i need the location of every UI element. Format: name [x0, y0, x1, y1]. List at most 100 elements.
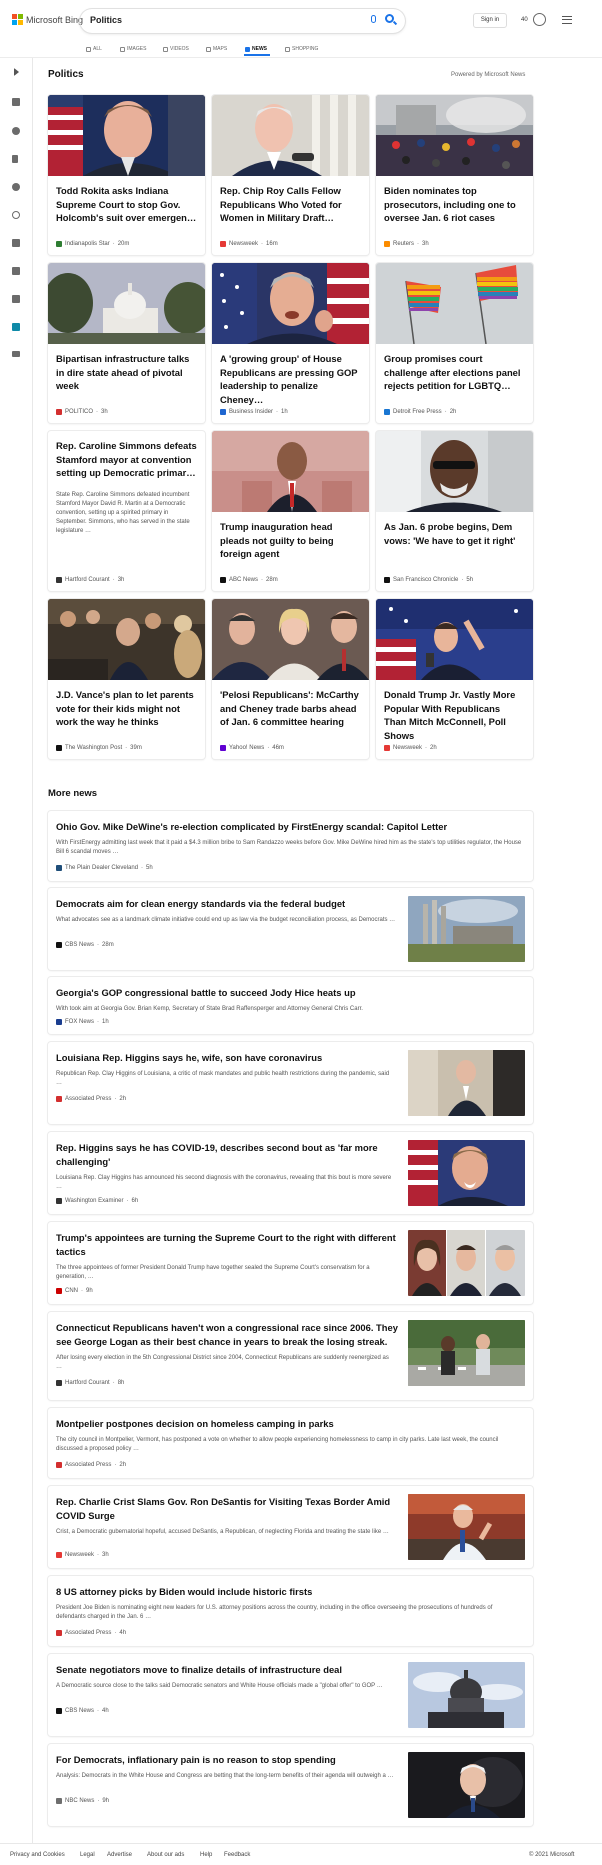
news-card[interactable]: Donald Trump Jr. Vastly More Popular Wit…: [376, 599, 533, 759]
search-box[interactable]: Politics: [80, 9, 405, 33]
news-title[interactable]: Montpelier postpones decision on homeles…: [56, 1417, 522, 1431]
news-list-item[interactable]: Louisiana Rep. Higgins says he, wife, so…: [48, 1042, 533, 1124]
news-title[interactable]: Trump's appointees are turning the Supre…: [56, 1231, 396, 1258]
card-title[interactable]: Rep. Chip Roy Calls Fellow Republicans W…: [220, 184, 361, 225]
news-title[interactable]: Georgia's GOP congressional battle to su…: [56, 986, 522, 1000]
news-title[interactable]: Rep. Higgins says he has COVID-19, descr…: [56, 1141, 396, 1168]
politics-icon[interactable]: [12, 323, 20, 331]
flask-icon[interactable]: [12, 239, 20, 247]
news-meta: Newsweek · 3h: [56, 1552, 109, 1558]
news-card[interactable]: Rep. Chip Roy Calls Fellow Republicans W…: [212, 95, 369, 255]
news-card[interactable]: Group promises court challenge after ele…: [376, 263, 533, 423]
globe-icon[interactable]: [12, 211, 20, 219]
card-title[interactable]: As Jan. 6 probe begins, Dem vows: 'We ha…: [384, 520, 525, 547]
news-title[interactable]: 8 US attorney picks by Biden would inclu…: [56, 1585, 522, 1599]
rewards-count[interactable]: 40: [521, 17, 528, 23]
tab-all[interactable]: ALL: [86, 42, 102, 56]
news-card[interactable]: As Jan. 6 probe begins, Dem vows: 'We ha…: [376, 431, 533, 591]
home-icon[interactable]: [12, 98, 20, 106]
card-title[interactable]: Bipartisan infrastructure talks in dire …: [56, 352, 197, 393]
film-icon[interactable]: [12, 295, 20, 303]
card-title[interactable]: Rep. Caroline Simmons defeats Stamford m…: [56, 439, 197, 480]
footer-link-help[interactable]: Help: [200, 1852, 212, 1858]
image-icon: [120, 46, 125, 52]
card-title[interactable]: 'Pelosi Republicans': McCarthy and Chene…: [220, 688, 361, 729]
news-age: 28m: [102, 942, 114, 948]
card-title[interactable]: A 'growing group' of House Republicans a…: [220, 352, 361, 406]
money-icon[interactable]: [12, 351, 20, 357]
news-card[interactable]: J.D. Vance's plan to let parents vote fo…: [48, 599, 205, 759]
news-card[interactable]: Todd Rokita asks Indiana Supreme Court t…: [48, 95, 205, 255]
news-title[interactable]: Senate negotiators move to finalize deta…: [56, 1663, 396, 1677]
card-meta: Hartford Courant · 3h: [56, 577, 124, 583]
news-snippet: Republican Rep. Clay Higgins of Louisian…: [56, 1071, 390, 1086]
flag-icon[interactable]: [12, 155, 18, 163]
news-card[interactable]: Biden nominates top prosecutors, includi…: [376, 95, 533, 255]
news-list-item[interactable]: Ohio Gov. Mike DeWine's re-election comp…: [48, 811, 533, 881]
search-icon[interactable]: [385, 14, 394, 23]
card-age: 3h: [117, 577, 125, 583]
source-logo-icon: [56, 1380, 62, 1386]
sign-in-button[interactable]: Sign in: [473, 13, 507, 28]
footer-link-feedback[interactable]: Feedback: [224, 1852, 250, 1858]
news-title[interactable]: Rep. Charlie Crist Slams Gov. Ron DeSant…: [56, 1495, 396, 1522]
news-meta: Washington Examiner · 6h: [56, 1198, 138, 1204]
card-title[interactable]: Group promises court challenge after ele…: [384, 352, 525, 393]
news-card[interactable]: 'Pelosi Republicans': McCarthy and Chene…: [212, 599, 369, 759]
search-input[interactable]: Politics: [90, 15, 122, 25]
news-title[interactable]: Ohio Gov. Mike DeWine's re-election comp…: [56, 820, 522, 834]
footer-link-legal[interactable]: Legal: [80, 1852, 95, 1858]
card-title[interactable]: Todd Rokita asks Indiana Supreme Court t…: [56, 184, 197, 225]
tab-images[interactable]: IMAGES: [120, 42, 146, 56]
card-meta: San Francisco Chronicle · 5h: [384, 577, 473, 583]
rocket-icon[interactable]: [12, 267, 20, 275]
news-thumbnail: [408, 896, 525, 962]
news-list-item[interactable]: Senate negotiators move to finalize deta…: [48, 1654, 533, 1736]
news-list-item[interactable]: For Democrats, inflationary pain is no r…: [48, 1744, 533, 1826]
bing-logo[interactable]: Microsoft Bing: [12, 14, 83, 25]
footer-link-privacy[interactable]: Privacy and Cookies: [10, 1852, 65, 1858]
tab-maps[interactable]: MAPS: [206, 42, 227, 56]
expand-icon[interactable]: [14, 68, 19, 76]
news-title[interactable]: For Democrats, inflationary pain is no r…: [56, 1753, 396, 1767]
news-title[interactable]: Louisiana Rep. Higgins says he, wife, so…: [56, 1051, 396, 1065]
news-title[interactable]: Democrats aim for clean energy standards…: [56, 897, 396, 911]
card-title[interactable]: J.D. Vance's plan to let parents vote fo…: [56, 688, 197, 729]
footer-link-advertise[interactable]: Advertise: [107, 1852, 132, 1858]
news-list-item[interactable]: Trump's appointees are turning the Supre…: [48, 1222, 533, 1304]
news-thumbnail: [408, 1662, 525, 1728]
card-age: 46m: [272, 745, 284, 751]
news-list-item[interactable]: Montpelier postpones decision on homeles…: [48, 1408, 533, 1478]
footer-link-about-ads[interactable]: About our ads: [147, 1852, 184, 1858]
menu-icon[interactable]: [562, 16, 572, 24]
news-thumbnail: [408, 1050, 525, 1116]
card-title[interactable]: Biden nominates top prosecutors, includi…: [384, 184, 525, 225]
news-list-item[interactable]: Rep. Charlie Crist Slams Gov. Ron DeSant…: [48, 1486, 533, 1568]
news-thumbnail: [408, 1752, 525, 1818]
news-card[interactable]: Rep. Caroline Simmons defeats Stamford m…: [48, 431, 205, 591]
card-title[interactable]: Donald Trump Jr. Vastly More Popular Wit…: [384, 688, 525, 742]
news-list-item[interactable]: Connecticut Republicans haven't won a co…: [48, 1312, 533, 1400]
news-list-item[interactable]: Democrats aim for clean energy standards…: [48, 888, 533, 970]
news-icon: [245, 46, 250, 52]
card-meta: Detroit Free Press · 2h: [384, 409, 456, 415]
news-card[interactable]: Bipartisan infrastructure talks in dire …: [48, 263, 205, 423]
news-title[interactable]: Connecticut Republicans haven't won a co…: [56, 1321, 401, 1348]
card-title[interactable]: Trump inauguration head pleads not guilt…: [220, 520, 361, 561]
active-tab-indicator: [244, 54, 270, 56]
news-card[interactable]: Trump inauguration head pleads not guilt…: [212, 431, 369, 591]
news-list-item[interactable]: Georgia's GOP congressional battle to su…: [48, 977, 533, 1034]
news-snippet: Analysis: Democrats in the White House a…: [56, 1773, 394, 1779]
powered-by[interactable]: Powered by Microsoft News: [451, 72, 525, 78]
search-tabs: ALL IMAGES VIDEOS MAPS NEWS SHOPPING: [0, 40, 602, 58]
rewards-icon[interactable]: [533, 13, 546, 26]
microphone-icon[interactable]: [371, 15, 376, 23]
news-age: 2h: [119, 1096, 127, 1102]
tab-shopping[interactable]: SHOPPING: [285, 42, 318, 56]
location-icon[interactable]: [12, 183, 20, 191]
news-list-item[interactable]: 8 US attorney picks by Biden would inclu…: [48, 1576, 533, 1646]
news-list-item[interactable]: Rep. Higgins says he has COVID-19, descr…: [48, 1132, 533, 1214]
trending-icon[interactable]: [12, 127, 20, 135]
news-card[interactable]: A 'growing group' of House Republicans a…: [212, 263, 369, 423]
tab-videos[interactable]: VIDEOS: [163, 42, 189, 56]
